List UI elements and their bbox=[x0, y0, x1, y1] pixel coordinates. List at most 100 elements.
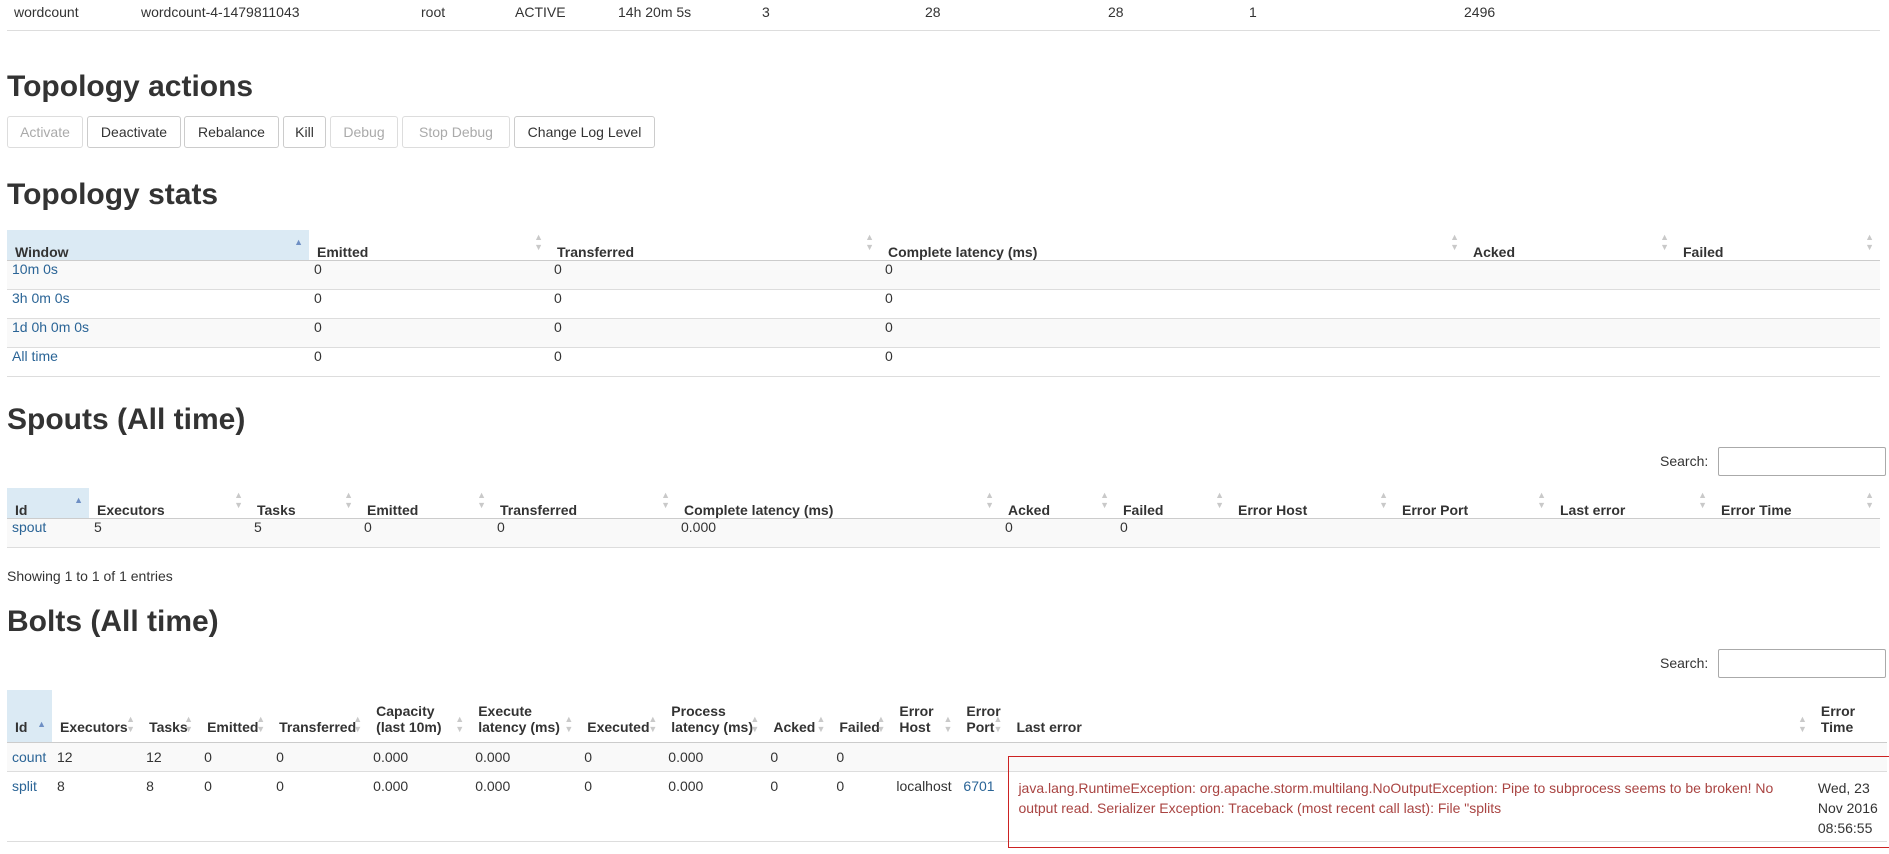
sort-icon: ▲ ▼ bbox=[1865, 489, 1874, 510]
topology-uptime: 14h 20m 5s bbox=[618, 4, 692, 20]
spouts-header-emitted[interactable]: Emitted ▲ ▼ bbox=[359, 488, 492, 519]
bolt-link-split[interactable]: split bbox=[12, 778, 37, 794]
spouts-table: Id ▲ Executors ▲ ▼ Tasks ▲ ▼ Emitted ▲ ▼ Transf… bbox=[7, 488, 1880, 548]
bolts-header-acked[interactable]: Acked ▲ ▼ bbox=[765, 690, 832, 743]
stats-header-failed[interactable]: Failed ▲ ▼ bbox=[1675, 230, 1880, 261]
sort-icon: ▲ ▼ bbox=[455, 713, 465, 734]
sort-icon: ▲ ▼ bbox=[1100, 489, 1109, 510]
error-highlight-box bbox=[1008, 756, 1889, 848]
table-row: All time 0 0 0 bbox=[7, 347, 1880, 377]
spouts-header-executors[interactable]: Executors ▲ ▼ bbox=[89, 488, 249, 519]
bolts-search-label: Search: bbox=[1660, 655, 1709, 671]
sort-icon: ▲ ▼ bbox=[353, 713, 363, 734]
bolts-header-tasks[interactable]: Tasks ▲ ▼ bbox=[141, 690, 200, 743]
bolts-header-execute-latency[interactable]: Execute latency (ms) ▲ ▼ bbox=[470, 690, 580, 743]
bolts-header-executors[interactable]: Executors ▲ ▼ bbox=[52, 690, 142, 743]
sort-icon: ▲ ▼ bbox=[234, 489, 243, 510]
sort-icon: ▲ ▼ bbox=[564, 713, 574, 734]
bolts-header-last-error[interactable]: Last error ▲ ▼ bbox=[1008, 690, 1813, 743]
stats-header-transferred[interactable]: Transferred ▲ ▼ bbox=[549, 230, 880, 261]
sort-icon: ▲ ▼ bbox=[1450, 231, 1459, 252]
error-port-link[interactable]: 6701 bbox=[963, 778, 994, 794]
window-link-all-time[interactable]: All time bbox=[12, 348, 58, 364]
sort-icon: ▲ ▼ bbox=[661, 489, 670, 510]
topology-replication: 1 bbox=[1249, 4, 1257, 20]
bolts-header-error-port[interactable]: Error Port ▲ ▼ bbox=[958, 690, 1009, 743]
sort-icon: ▲ ▼ bbox=[126, 713, 136, 734]
spouts-header-acked[interactable]: Acked ▲ ▼ bbox=[1000, 488, 1115, 519]
sort-asc-icon: ▲ bbox=[294, 236, 303, 247]
spouts-header-error-host[interactable]: Error Host ▲ ▼ bbox=[1230, 488, 1394, 519]
stop-debug-button[interactable]: Stop Debug bbox=[402, 116, 510, 148]
window-link-1d[interactable]: 1d 0h 0m 0s bbox=[12, 319, 89, 335]
sort-icon: ▲ ▼ bbox=[648, 713, 658, 734]
stats-header-emitted[interactable]: Emitted ▲ ▼ bbox=[309, 230, 549, 261]
bolts-search-input[interactable] bbox=[1718, 649, 1886, 678]
topology-stats-heading: Topology stats bbox=[7, 178, 219, 211]
spouts-header-tasks[interactable]: Tasks ▲ ▼ bbox=[249, 488, 359, 519]
sort-icon: ▲ ▼ bbox=[1698, 489, 1707, 510]
table-row: 1d 0h 0m 0s 0 0 0 bbox=[7, 318, 1880, 348]
sort-icon: ▲ ▼ bbox=[1379, 489, 1388, 510]
bolts-header-emitted[interactable]: Emitted ▲ ▼ bbox=[199, 690, 272, 743]
rebalance-button[interactable]: Rebalance bbox=[184, 116, 279, 148]
sort-icon: ▲ ▼ bbox=[534, 231, 543, 252]
bolts-header-capacity[interactable]: Capacity (last 10m) ▲ ▼ bbox=[368, 690, 471, 743]
stats-header-complete-latency[interactable]: Complete latency (ms) ▲ ▼ bbox=[880, 230, 1465, 261]
sort-icon: ▲ ▼ bbox=[993, 713, 1003, 734]
debug-button[interactable]: Debug bbox=[330, 116, 398, 148]
spouts-header-complete-latency[interactable]: Complete latency (ms) ▲ ▼ bbox=[676, 488, 1000, 519]
spouts-header-last-error[interactable]: Last error ▲ ▼ bbox=[1552, 488, 1713, 519]
topology-memory: 2496 bbox=[1464, 4, 1496, 20]
sort-icon: ▲ ▼ bbox=[1865, 231, 1874, 252]
deactivate-button[interactable]: Deactivate bbox=[87, 116, 181, 148]
bolts-heading: Bolts (All time) bbox=[7, 605, 219, 638]
topology-tasks: 28 bbox=[1108, 4, 1124, 20]
spouts-search-input[interactable] bbox=[1718, 447, 1886, 476]
bolts-header-process-latency[interactable]: Process latency (ms) ▲ ▼ bbox=[663, 690, 766, 743]
spouts-header-transferred[interactable]: Transferred ▲ ▼ bbox=[492, 488, 676, 519]
stats-header-acked[interactable]: Acked ▲ ▼ bbox=[1465, 230, 1675, 261]
spouts-header-error-time[interactable]: Error Time ▲ ▼ bbox=[1713, 488, 1880, 519]
topology-actions-heading: Topology actions bbox=[7, 70, 254, 103]
spouts-header-failed[interactable]: Failed ▲ ▼ bbox=[1115, 488, 1230, 519]
spout-link[interactable]: spout bbox=[12, 519, 46, 535]
sort-icon: ▲ ▼ bbox=[1215, 489, 1224, 510]
sort-icon: ▲ ▼ bbox=[985, 489, 994, 510]
topology-summary-row: wordcount wordcount-4-1479811043 root AC… bbox=[7, 0, 1880, 31]
table-row: 3h 0m 0s 0 0 0 bbox=[7, 289, 1880, 319]
spouts-entries-info: Showing 1 to 1 of 1 entries bbox=[7, 568, 173, 584]
kill-button[interactable]: Kill bbox=[283, 116, 326, 148]
window-link-3h[interactable]: 3h 0m 0s bbox=[12, 290, 70, 306]
spouts-search-label: Search: bbox=[1660, 453, 1709, 469]
change-log-level-button[interactable]: Change Log Level bbox=[514, 116, 655, 148]
sort-icon: ▲ ▼ bbox=[184, 713, 194, 734]
bolts-header-id[interactable]: Id ▲ bbox=[7, 690, 53, 743]
sort-asc-icon: ▲ bbox=[74, 494, 83, 505]
bolts-header-error-time[interactable]: Error Time bbox=[1812, 690, 1887, 743]
sort-icon: ▲ ▼ bbox=[816, 713, 826, 734]
sort-icon: ▲ ▼ bbox=[1797, 713, 1807, 734]
bolts-header-executed[interactable]: Executed ▲ ▼ bbox=[579, 690, 664, 743]
bolts-header-failed[interactable]: Failed ▲ ▼ bbox=[831, 690, 892, 743]
topology-owner: root bbox=[421, 4, 446, 20]
sort-icon: ▲ ▼ bbox=[256, 713, 266, 734]
bolts-header-transferred[interactable]: Transferred ▲ ▼ bbox=[271, 690, 369, 743]
sort-icon: ▲ ▼ bbox=[1537, 489, 1546, 510]
sort-icon: ▲ ▼ bbox=[876, 713, 886, 734]
topology-name: wordcount bbox=[14, 4, 79, 20]
topology-stats-table: Window ▲ Emitted ▲ ▼ Transferred ▲ ▼ Complete… bbox=[7, 230, 1880, 377]
topology-workers: 3 bbox=[762, 4, 770, 20]
table-row: spout 5 5 0 0 0.000 0 0 bbox=[7, 518, 1880, 548]
stats-header-window[interactable]: Window ▲ bbox=[7, 230, 309, 261]
window-link-10m[interactable]: 10m 0s bbox=[12, 261, 58, 277]
sort-icon: ▲ ▼ bbox=[1660, 231, 1669, 252]
spouts-header-error-port[interactable]: Error Port ▲ ▼ bbox=[1394, 488, 1552, 519]
topology-executors: 28 bbox=[925, 4, 941, 20]
bolts-header-error-host[interactable]: Error Host ▲ ▼ bbox=[891, 690, 959, 743]
activate-button[interactable]: Activate bbox=[7, 116, 83, 148]
spouts-header-id[interactable]: Id ▲ bbox=[7, 488, 89, 519]
sort-icon: ▲ ▼ bbox=[344, 489, 353, 510]
bolt-link-count[interactable]: count bbox=[12, 749, 46, 765]
sort-icon: ▲ ▼ bbox=[865, 231, 874, 252]
